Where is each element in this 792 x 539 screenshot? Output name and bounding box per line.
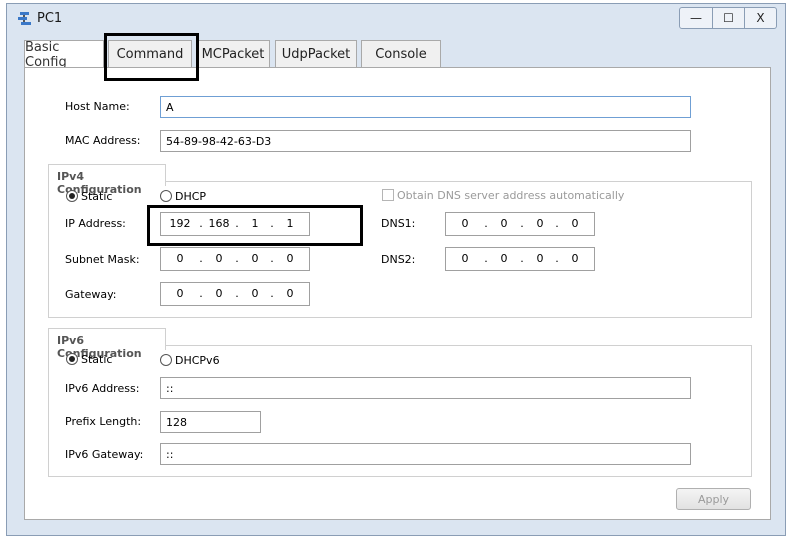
dns2-octet-4: 0	[571, 252, 579, 265]
ip-dot: .	[484, 217, 488, 230]
tab-command[interactable]: Command	[108, 40, 192, 67]
network-pc-icon	[18, 12, 31, 25]
tab-label: MCPacket	[201, 46, 265, 62]
maximize-icon: ☐	[723, 11, 734, 25]
tab-basic-config[interactable]: Basic Config	[24, 40, 104, 70]
ip-dot: .	[235, 252, 239, 265]
ipv6-address-input[interactable]: ::	[160, 377, 691, 399]
ip-dot: .	[199, 287, 203, 300]
ip-dot: .	[235, 287, 239, 300]
ipv6-static-radio[interactable]	[66, 353, 78, 365]
gateway-octet-2: 0	[215, 287, 223, 300]
gateway-label: Gateway:	[65, 288, 117, 301]
tab-mcpacket[interactable]: MCPacket	[196, 40, 270, 67]
tab-label: Basic Config	[25, 40, 67, 70]
ipv6-dhcp-label: DHCPv6	[175, 354, 220, 367]
window-controls: — ☐ X	[679, 7, 777, 29]
ip-octet-2: 168	[208, 217, 230, 230]
dns1-octet-4: 0	[571, 217, 579, 230]
tab-label: Command	[116, 46, 184, 62]
tab-label: Console	[375, 46, 427, 62]
minimize-icon: —	[690, 11, 702, 25]
gateway-octet-1: 0	[176, 287, 184, 300]
ip-octet-4: 1	[286, 217, 294, 230]
window-title: PC1	[37, 11, 63, 26]
gateway-octet-4: 0	[286, 287, 294, 300]
minimize-button[interactable]: —	[680, 8, 712, 28]
ipv4-group-title: IPv4 Configuration	[48, 164, 166, 196]
host-name-input[interactable]: A	[160, 96, 691, 118]
tab-console[interactable]: Console	[361, 40, 441, 67]
ip-dot: .	[199, 217, 203, 230]
mac-address-label: MAC Address:	[65, 134, 141, 147]
gateway-octet-3: 0	[251, 287, 259, 300]
dns2-input[interactable]: 0 . 0 . 0 . 0	[445, 247, 595, 271]
obtain-dns-label: Obtain DNS server address automatically	[397, 189, 625, 202]
dns1-octet-3: 0	[536, 217, 544, 230]
ip-address-label: IP Address:	[65, 217, 126, 230]
tab-label: UdpPacket	[281, 46, 351, 62]
dns1-octet-2: 0	[500, 217, 508, 230]
ip-address-input[interactable]: 192 . 168 . 1 . 1	[160, 212, 310, 236]
mask-octet-4: 0	[286, 252, 294, 265]
ip-dot: .	[270, 252, 274, 265]
close-icon: X	[756, 11, 765, 25]
ip-octet-3: 1	[251, 217, 259, 230]
ipv6-address-label: IPv6 Address:	[65, 382, 140, 395]
ipv4-dhcp-radio[interactable]	[160, 190, 172, 202]
prefix-length-input[interactable]: 128	[160, 411, 261, 433]
ipv6-static-label: Static	[81, 353, 113, 366]
title-bar[interactable]: PC1 — ☐ X	[7, 4, 785, 32]
ip-dot: .	[484, 252, 488, 265]
dns1-octet-1: 0	[461, 217, 469, 230]
ip-dot: .	[270, 217, 274, 230]
mask-octet-2: 0	[215, 252, 223, 265]
host-name-label: Host Name:	[65, 100, 130, 113]
ipv4-dhcp-label: DHCP	[175, 190, 207, 203]
mask-octet-3: 0	[251, 252, 259, 265]
dns1-input[interactable]: 0 . 0 . 0 . 0	[445, 212, 595, 236]
dns2-octet-3: 0	[536, 252, 544, 265]
ip-dot: .	[199, 252, 203, 265]
ip-octet-1: 192	[169, 217, 191, 230]
ip-dot: .	[520, 252, 524, 265]
gateway-input[interactable]: 0 . 0 . 0 . 0	[160, 282, 310, 306]
ip-dot: .	[235, 217, 239, 230]
dns2-octet-2: 0	[500, 252, 508, 265]
ipv4-static-radio[interactable]	[66, 190, 78, 202]
ip-dot: .	[270, 287, 274, 300]
prefix-length-label: Prefix Length:	[65, 415, 142, 428]
subnet-mask-label: Subnet Mask:	[65, 253, 140, 266]
ipv6-gateway-input[interactable]: ::	[160, 443, 691, 465]
dns2-octet-1: 0	[461, 252, 469, 265]
apply-button[interactable]: Apply	[676, 488, 751, 510]
ip-dot: .	[520, 217, 524, 230]
mask-octet-1: 0	[176, 252, 184, 265]
ipv6-gateway-label: IPv6 Gateway:	[65, 448, 144, 461]
subnet-mask-input[interactable]: 0 . 0 . 0 . 0	[160, 247, 310, 271]
ipv4-static-label: Static	[81, 190, 113, 203]
ip-dot: .	[555, 252, 559, 265]
mac-address-field[interactable]: 54-89-98-42-63-D3	[160, 130, 691, 152]
ipv6-dhcp-radio[interactable]	[160, 354, 172, 366]
close-button[interactable]: X	[744, 8, 776, 28]
ip-dot: .	[555, 217, 559, 230]
maximize-button[interactable]: ☐	[712, 8, 744, 28]
tab-udppacket[interactable]: UdpPacket	[275, 40, 357, 67]
obtain-dns-checkbox[interactable]	[382, 189, 394, 201]
dns1-label: DNS1:	[381, 217, 416, 230]
dns2-label: DNS2:	[381, 253, 416, 266]
ipv6-group-title: IPv6 Configuration	[48, 328, 166, 360]
